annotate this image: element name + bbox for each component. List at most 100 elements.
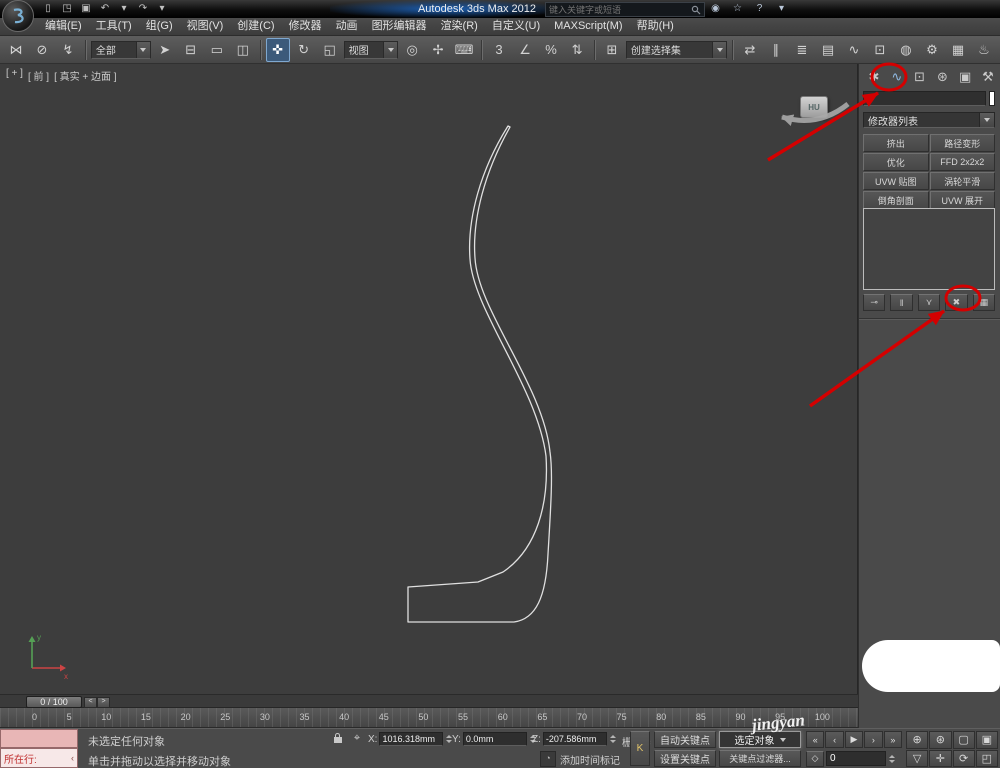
tab-display[interactable]: ▣: [955, 67, 975, 87]
save-file-icon[interactable]: ▣: [78, 1, 94, 16]
window-crossing-icon[interactable]: ◫: [231, 38, 255, 62]
tab-modify[interactable]: ∿: [887, 67, 907, 87]
help-icon[interactable]: ?: [752, 1, 767, 16]
maximize-viewport-icon[interactable]: ◰: [975, 749, 998, 767]
edit-named-sets-icon[interactable]: ⊞: [600, 38, 624, 62]
set-key-button[interactable]: 设置关键点: [654, 750, 716, 767]
ribbon-toggle-icon[interactable]: ▤: [816, 38, 840, 62]
render-frame-icon[interactable]: ▦: [946, 38, 970, 62]
select-object-icon[interactable]: ➤: [153, 38, 177, 62]
remove-modifier-icon[interactable]: ✖: [945, 294, 968, 311]
bind-to-spacewarp-icon[interactable]: ↯: [56, 38, 80, 62]
tab-create[interactable]: ✱: [864, 67, 884, 87]
modifier-list-dropdown[interactable]: 修改器列表: [863, 112, 995, 128]
maxscript-mini-listener[interactable]: 所在行: ‹: [0, 748, 78, 768]
current-frame-field[interactable]: [826, 751, 886, 766]
align-icon[interactable]: ∥: [764, 38, 788, 62]
menu-item[interactable]: 修改器: [282, 18, 329, 35]
viewport-front[interactable]: [ + ] [ 前 ] [ 真实 + 边面 ] x y HU: [0, 64, 858, 694]
select-and-move-icon[interactable]: ✜: [265, 37, 290, 62]
render-setup-icon[interactable]: ⚙: [920, 38, 944, 62]
field-of-view-icon[interactable]: ▽: [906, 749, 929, 767]
modifier-preset-button[interactable]: UVW 贴图: [863, 172, 929, 190]
modifier-preset-button[interactable]: FFD 2x2x2: [929, 153, 995, 171]
modifier-preset-button[interactable]: UVW 展开: [929, 191, 995, 209]
go-to-end-icon[interactable]: »: [883, 731, 903, 748]
modifier-preset-button[interactable]: 优化: [863, 153, 929, 171]
frame-spinner[interactable]: [888, 752, 896, 765]
search-input[interactable]: [549, 4, 691, 15]
pan-icon[interactable]: ✛: [929, 749, 952, 767]
menu-item[interactable]: 视图(V): [180, 18, 231, 35]
viewport-pov-menu[interactable]: [ 前 ]: [28, 68, 49, 83]
redo-caret-icon[interactable]: ▾: [154, 1, 170, 16]
render-production-icon[interactable]: ♨: [972, 38, 996, 62]
prev-frame-icon[interactable]: ‹: [825, 731, 844, 748]
percent-snap-icon[interactable]: %: [539, 38, 563, 62]
open-file-icon[interactable]: ◳: [59, 1, 75, 16]
snap-toggle-3d-icon[interactable]: 3: [487, 38, 511, 62]
show-end-result-icon[interactable]: ‖: [890, 294, 913, 311]
track-bar[interactable]: 0 5 10 15 20 25 30 35 40 45 50 55 60 65 70 75 80 85 90 95 10…: [0, 708, 858, 728]
modifier-preset-button[interactable]: 路径变形: [929, 134, 995, 152]
time-slider-handle[interactable]: 0 / 100: [26, 696, 82, 708]
key-mode-toggle-icon[interactable]: ◇: [806, 750, 824, 767]
reference-coordinate-dropdown[interactable]: 视图: [343, 40, 399, 59]
search-icon[interactable]: [691, 5, 701, 15]
use-pivot-center-icon[interactable]: ◎: [400, 38, 424, 62]
zoom-icon[interactable]: ⊕: [906, 731, 929, 749]
select-by-name-icon[interactable]: ⊟: [179, 38, 203, 62]
y-coordinate-field[interactable]: [462, 732, 527, 746]
menu-item[interactable]: 帮助(H): [630, 18, 681, 35]
tab-utilities[interactable]: ⚒: [978, 67, 998, 87]
next-frame-button[interactable]: >: [97, 697, 110, 708]
key-filters-button[interactable]: 关键点过滤器...: [719, 750, 801, 767]
zoom-extents-all-icon[interactable]: ▣: [975, 731, 998, 749]
absolute-mode-icon[interactable]: ⌖: [349, 731, 365, 746]
z-spinner[interactable]: [609, 733, 617, 746]
layer-manager-icon[interactable]: ≣: [790, 38, 814, 62]
maxscript-macro-recorder[interactable]: [0, 729, 78, 748]
modifier-preset-button[interactable]: 挤出: [863, 134, 929, 152]
menu-item[interactable]: 组(G): [139, 18, 180, 35]
go-to-start-icon[interactable]: «: [806, 731, 825, 748]
add-time-tag[interactable]: ◔ 添加时间标记: [540, 751, 620, 767]
named-selection-sets-dropdown[interactable]: 创建选择集: [625, 40, 728, 59]
z-coordinate-field[interactable]: [542, 732, 607, 746]
select-and-link-icon[interactable]: ⋈: [4, 38, 28, 62]
listener-caret-icon[interactable]: ‹: [71, 753, 74, 763]
play-icon[interactable]: ▶: [844, 731, 864, 748]
auto-key-button[interactable]: 自动关键点: [654, 731, 716, 748]
selection-lock-icon[interactable]: [330, 731, 346, 746]
tab-motion[interactable]: ⊛: [932, 67, 952, 87]
configure-modifier-sets-icon[interactable]: ▦: [972, 294, 996, 311]
modifier-stack-list[interactable]: [863, 208, 995, 290]
zoom-extents-icon[interactable]: ▢: [952, 731, 975, 749]
search-box[interactable]: [545, 2, 705, 17]
menu-item[interactable]: 动画: [329, 18, 365, 35]
menu-item[interactable]: 渲染(R): [434, 18, 485, 35]
set-keys-button[interactable]: K: [630, 731, 650, 766]
infocenter-caret-icon[interactable]: ▾: [774, 1, 789, 16]
object-color-swatch[interactable]: [989, 91, 995, 106]
selection-filter-dropdown[interactable]: 全部: [90, 40, 151, 59]
menu-item[interactable]: 图形编辑器: [365, 18, 434, 35]
pin-stack-icon[interactable]: ⊸: [863, 294, 886, 311]
mirror-icon[interactable]: ⇄: [738, 38, 762, 62]
zoom-all-icon[interactable]: ⊛: [929, 731, 952, 749]
make-unique-icon[interactable]: ⋎: [917, 294, 941, 311]
modifier-preset-button[interactable]: 涡轮平滑: [929, 172, 995, 190]
select-and-scale-icon[interactable]: ◱: [318, 38, 342, 62]
orbit-icon[interactable]: ⟳: [952, 749, 975, 767]
object-name-field[interactable]: [863, 91, 986, 106]
select-and-manipulate-icon[interactable]: ✢: [426, 38, 450, 62]
undo-caret-icon[interactable]: ▾: [116, 1, 132, 16]
material-editor-icon[interactable]: ◍: [894, 38, 918, 62]
next-frame-icon[interactable]: ›: [864, 731, 883, 748]
menu-item[interactable]: 创建(C): [230, 18, 281, 35]
menu-item[interactable]: 编辑(E): [38, 18, 89, 35]
unlink-selection-icon[interactable]: ⊘: [30, 38, 54, 62]
viewport-general-menu[interactable]: [ + ]: [6, 68, 23, 83]
favorites-icon[interactable]: ☆: [730, 1, 745, 16]
undo-icon[interactable]: ↶: [97, 1, 113, 16]
